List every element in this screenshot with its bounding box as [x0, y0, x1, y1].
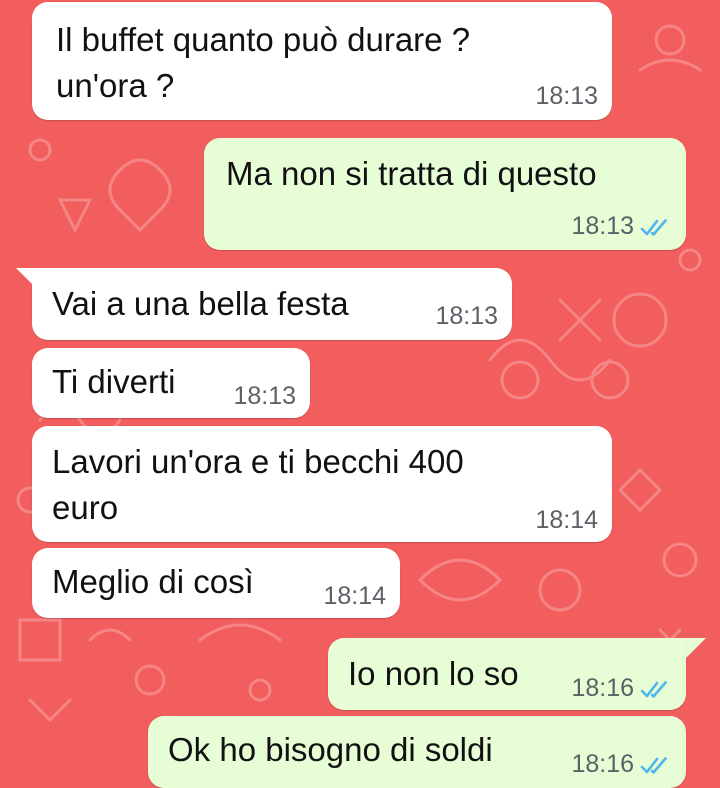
message-text: Ti diverti: [52, 363, 176, 400]
message-time: 18:13: [435, 302, 498, 330]
message-bubble-incoming[interactable]: Il buffet quanto può durare ? un'ora ? 1…: [32, 2, 612, 120]
message-bubble-outgoing[interactable]: Io non lo so 18:16: [328, 638, 686, 710]
message-time: 18:13: [535, 82, 598, 110]
message-text: Ma non si tratta di questo: [226, 155, 597, 192]
message-time: 18:13: [233, 382, 296, 410]
message-bubble-incoming[interactable]: Lavori un'ora e ti becchi 400 euro 18:14: [32, 426, 612, 542]
message-bubble-incoming[interactable]: Meglio di così 18:14: [32, 548, 400, 618]
message-time: 18:16: [571, 750, 634, 778]
message-text: Lavori un'ora e ti becchi 400: [52, 443, 464, 480]
double-check-icon: [640, 757, 667, 774]
bubble-tail: [684, 638, 706, 660]
message-time: 18:16: [571, 674, 634, 702]
message-text: Vai a una bella festa: [52, 285, 349, 322]
message-bubble-outgoing[interactable]: Ma non si tratta di questo 18:13: [204, 138, 686, 250]
message-bubble-outgoing[interactable]: Ok ho bisogno di soldi 18:16: [148, 716, 686, 788]
message-text: Io non lo so: [348, 655, 519, 692]
message-time: 18:14: [323, 582, 386, 610]
message-text: Il buffet quanto può durare ?: [56, 21, 471, 58]
double-check-icon: [640, 219, 667, 236]
message-text: euro: [52, 489, 119, 526]
message-time: 18:14: [535, 506, 598, 534]
message-bubble-incoming[interactable]: Vai a una bella festa 18:13: [32, 268, 512, 340]
message-bubble-incoming[interactable]: Ti diverti 18:13: [32, 348, 310, 418]
message-text: Ok ho bisogno di soldi: [168, 731, 493, 768]
message-text: un'ora ?: [56, 67, 175, 104]
double-check-icon: [640, 681, 667, 698]
message-text: Meglio di così: [52, 563, 254, 600]
message-time: 18:13: [571, 212, 634, 240]
